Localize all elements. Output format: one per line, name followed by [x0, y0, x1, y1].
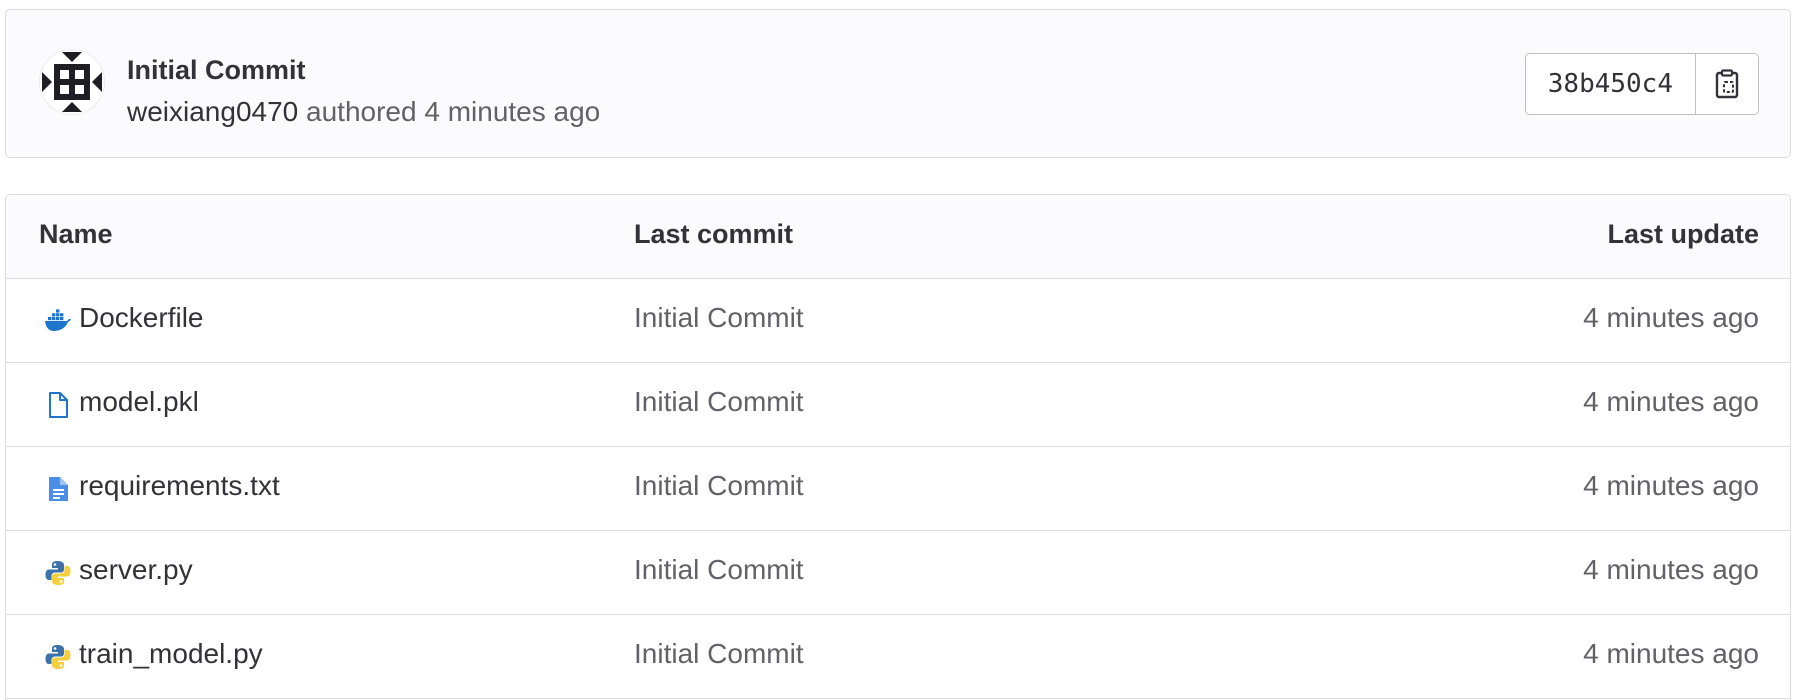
last-commit-link[interactable]: Initial Commit [634, 302, 804, 334]
table-header: Name Last commit Last update [6, 195, 1790, 279]
file-name-link[interactable]: Dockerfile [79, 302, 203, 334]
last-update-time: 4 minutes ago [1583, 386, 1759, 417]
last-commit-link[interactable]: Initial Commit [634, 638, 804, 670]
table-row[interactable]: train_model.py Initial Commit 4 minutes … [6, 615, 1790, 699]
file-name-link[interactable]: server.py [79, 554, 193, 586]
column-header-last-commit: Last commit [634, 219, 794, 249]
last-update-time: 4 minutes ago [1583, 554, 1759, 585]
commit-sha-button[interactable]: 38b450c4 [1526, 54, 1696, 114]
column-header-last-update: Last update [1607, 219, 1759, 249]
commit-author-link[interactable]: weixiang0470 [127, 96, 298, 127]
table-row[interactable]: model.pkl Initial Commit 4 minutes ago [6, 363, 1790, 447]
last-update-time: 4 minutes ago [1583, 638, 1759, 669]
python-icon [44, 643, 72, 671]
commit-title[interactable]: Initial Commit [127, 55, 306, 86]
file-icon [44, 391, 72, 419]
author-avatar[interactable] [39, 49, 105, 115]
python-icon [44, 559, 72, 587]
last-update-time: 4 minutes ago [1583, 470, 1759, 501]
file-tree-table: Name Last commit Last update Dockerfile … [5, 194, 1791, 700]
commit-meta: weixiang0470 authored 4 minutes ago [127, 96, 600, 128]
last-commit-link[interactable]: Initial Commit [634, 386, 804, 418]
commit-time: 4 minutes ago [424, 96, 601, 127]
last-update-time: 4 minutes ago [1583, 302, 1759, 333]
last-commit-link[interactable]: Initial Commit [634, 554, 804, 586]
last-commit-link[interactable]: Initial Commit [634, 470, 804, 502]
clipboard-icon [1715, 69, 1739, 99]
docker-icon [44, 307, 72, 335]
table-row[interactable]: requirements.txt Initial Commit 4 minute… [6, 447, 1790, 531]
copy-sha-button[interactable] [1696, 54, 1758, 114]
latest-commit-panel: Initial Commit weixiang0470 authored 4 m… [5, 9, 1791, 158]
file-name-link[interactable]: train_model.py [79, 638, 263, 670]
text-file-icon [44, 475, 72, 503]
column-header-name: Name [39, 219, 113, 249]
file-name-link[interactable]: requirements.txt [79, 470, 280, 502]
file-name-link[interactable]: model.pkl [79, 386, 199, 418]
authored-label: authored [306, 96, 417, 127]
table-row[interactable]: server.py Initial Commit 4 minutes ago [6, 531, 1790, 615]
identicon-icon [40, 50, 104, 114]
table-row[interactable]: Dockerfile Initial Commit 4 minutes ago [6, 279, 1790, 363]
commit-sha-group: 38b450c4 [1524, 53, 1759, 115]
